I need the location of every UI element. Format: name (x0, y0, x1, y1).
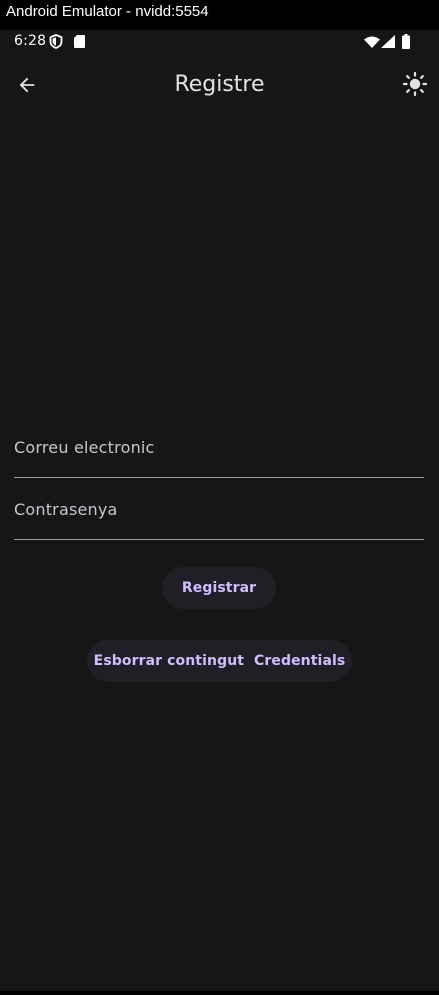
cell-signal-icon (381, 35, 395, 48)
status-time: 6:28 (14, 33, 47, 49)
app-bar: Registre (0, 60, 439, 112)
battery-icon (402, 34, 410, 49)
emulator-window-title: Android Emulator - nvidd:5554 (0, 0, 439, 30)
shield-icon (49, 34, 63, 49)
register-button[interactable]: Registrar (162, 567, 276, 609)
clear-credentials-button[interactable]: Esborrar contingut Credentials (87, 640, 352, 682)
page-title: Registre (174, 72, 265, 97)
device-screen: 6:28 Registre Correu electronic Contrase… (0, 30, 439, 991)
brightness-icon (402, 71, 428, 97)
email-field[interactable]: Correu electronic (14, 428, 424, 478)
back-button[interactable] (12, 70, 42, 100)
arrow-back-icon (19, 77, 35, 93)
password-field-label: Contrasenya (14, 500, 118, 519)
status-bar: 6:28 (0, 30, 439, 54)
window-bottom-border (0, 991, 439, 995)
wifi-icon (364, 36, 380, 48)
password-field[interactable]: Contrasenya (14, 490, 424, 540)
theme-toggle-button[interactable] (400, 69, 430, 99)
sd-card-icon (74, 35, 85, 48)
email-field-label: Correu electronic (14, 438, 155, 457)
